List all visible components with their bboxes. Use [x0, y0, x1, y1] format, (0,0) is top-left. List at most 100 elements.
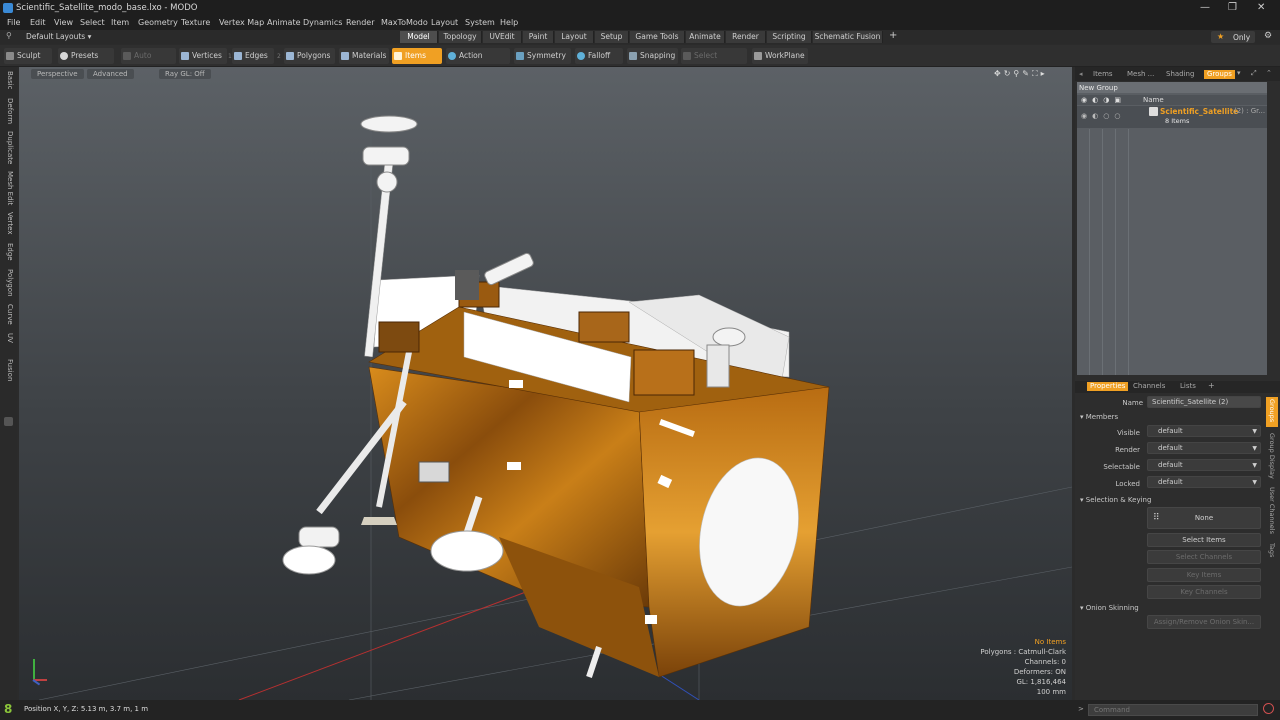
new-group-row[interactable]: New Group [1077, 82, 1267, 93]
falloff-button[interactable]: Falloff [575, 48, 623, 64]
side-tab-group-display[interactable]: Group Display [1268, 433, 1276, 479]
menu-texture[interactable]: Texture [181, 18, 210, 27]
select-items-button[interactable]: Select Items [1147, 533, 1261, 547]
pin-icon[interactable]: ⚲ [6, 31, 12, 40]
action-center-button[interactable]: Action Center [446, 48, 510, 76]
tab-vertex[interactable]: Vertex [2, 212, 14, 235]
vertices-button[interactable]: Vertices [179, 48, 227, 64]
assign-onion-button[interactable]: Assign/Remove Onion Skin... [1147, 615, 1261, 629]
menu-select[interactable]: Select [80, 18, 105, 27]
menu-animate[interactable]: Animate [267, 18, 301, 27]
only-toggle[interactable]: ★ Only [1211, 31, 1255, 43]
members-section[interactable]: ▾ Members [1080, 413, 1118, 421]
side-tab-user-channels[interactable]: User Channels [1268, 487, 1276, 534]
side-tab-groups[interactable]: Groups [1266, 397, 1278, 427]
selection-section[interactable]: ▾ Selection & Keying [1080, 496, 1151, 504]
items-button[interactable]: Items [392, 48, 442, 64]
menu-view[interactable]: View [54, 18, 73, 27]
symmetry-button[interactable]: Symmetry [514, 48, 571, 64]
menu-dynamics[interactable]: Dynamics [303, 18, 342, 27]
tab-deform[interactable]: Deform [2, 98, 14, 124]
selectable-dropdown[interactable]: default ▼ [1147, 459, 1261, 471]
tab-lists[interactable]: Lists [1180, 382, 1196, 391]
side-tab-tags[interactable]: Tags [1268, 543, 1276, 557]
menu-system[interactable]: System [465, 18, 495, 27]
workplane-button[interactable]: WorkPlane [752, 48, 808, 64]
key-items-button[interactable]: Key Items [1147, 568, 1261, 582]
tab-layout[interactable]: Layout [555, 31, 594, 43]
select-through-button[interactable]: Select Through [681, 48, 747, 76]
materials-button[interactable]: Materials [339, 48, 389, 64]
hud-polygons: Polygons : Catmull-Clark [980, 648, 1066, 656]
menu-file[interactable]: File [7, 18, 20, 27]
minimize-button[interactable]: — [1200, 2, 1210, 13]
expand-icon[interactable]: ⤢ [1251, 69, 1257, 78]
menu-layout[interactable]: Layout [431, 18, 458, 27]
close-button[interactable]: ✕ [1257, 2, 1265, 13]
row-toggle-icons[interactable]: ◉◐○○ [1081, 112, 1125, 120]
auto-select-button[interactable]: Auto Select [121, 48, 176, 76]
menu-vertex-map[interactable]: Vertex Map [219, 18, 264, 27]
none-label: None [1194, 514, 1214, 522]
tab-edge[interactable]: Edge [2, 243, 14, 261]
panel-toggle-icon[interactable] [4, 417, 13, 426]
tab-shading[interactable]: Shading [1166, 70, 1194, 79]
material-icon [341, 52, 349, 60]
command-input[interactable] [1088, 704, 1258, 716]
tab-groups[interactable]: Groups [1204, 70, 1235, 79]
presets-button[interactable]: Presets F6 [58, 48, 114, 76]
collapse-icon[interactable]: ⌃ [1266, 69, 1272, 77]
maximize-button[interactable]: ❐ [1228, 2, 1237, 13]
3d-viewport[interactable]: Perspective Advanced Ray GL: Off ✥↻⚲✎⛶▸ [19, 67, 1072, 700]
key-channels-button[interactable]: Key Channels [1147, 585, 1261, 599]
tab-fusion[interactable]: Fusion [2, 359, 14, 381]
render-dropdown[interactable]: default ▼ [1147, 442, 1261, 454]
tab-items[interactable]: Items [1093, 70, 1113, 79]
edges-label: Edges [245, 51, 268, 60]
tab-paint[interactable]: Paint [523, 31, 554, 43]
tab-topology[interactable]: Topology [439, 31, 482, 43]
menu-maxtomodo[interactable]: MaxToModo [381, 18, 428, 27]
tab-curve[interactable]: Curve [2, 304, 14, 325]
onion-section[interactable]: ▾ Onion Skinning [1080, 604, 1139, 612]
tab-animate[interactable]: Animate [686, 31, 725, 43]
tab-uv[interactable]: UV [2, 333, 14, 343]
tab-scripting[interactable]: Scripting [767, 31, 812, 43]
sculpt-button[interactable]: Sculpt [4, 48, 52, 64]
tab-properties[interactable]: Properties [1087, 382, 1129, 391]
tab-menu-icon[interactable]: ▾ [1237, 69, 1241, 77]
name-field[interactable]: Scientific_Satellite (2) [1147, 396, 1261, 408]
group-row[interactable]: ◉◐○○ Scientific_Satellite (2) : Gr... 8 … [1077, 106, 1267, 128]
tab-uvedit[interactable]: UVEdit [483, 31, 522, 43]
snapping-button[interactable]: Snapping [627, 48, 678, 64]
gear-icon[interactable]: ⚙ [1264, 31, 1272, 41]
select-channels-button[interactable]: Select Channels [1147, 550, 1261, 564]
tab-channels[interactable]: Channels [1133, 382, 1165, 391]
menu-render[interactable]: Render [346, 18, 374, 27]
tab-model[interactable]: Model [400, 31, 438, 43]
tab-mesh-edit[interactable]: Mesh Edit [2, 171, 14, 205]
tab-basic[interactable]: Basic [2, 71, 14, 90]
add-tab-button[interactable]: + [889, 30, 897, 41]
tab-schematic-fusion[interactable]: Schematic Fusion [813, 31, 883, 43]
menu-help[interactable]: Help [500, 18, 518, 27]
tab-setup[interactable]: Setup [595, 31, 629, 43]
edges-button[interactable]: Edges [232, 48, 274, 64]
menu-geometry[interactable]: Geometry [138, 18, 178, 27]
menu-item[interactable]: Item [111, 18, 129, 27]
add-prop-tab-button[interactable]: + [1208, 381, 1215, 390]
layouts-dropdown[interactable]: Default Layouts ▾ [26, 32, 91, 41]
tab-mesh[interactable]: Mesh ... [1127, 70, 1154, 79]
command-arrow-icon: > [1078, 705, 1084, 713]
none-selector[interactable]: ⠿ None [1147, 507, 1261, 529]
locked-dropdown[interactable]: default ▼ [1147, 476, 1261, 488]
tab-game-tools[interactable]: Game Tools [630, 31, 685, 43]
tab-polygon[interactable]: Polygon [2, 269, 14, 297]
record-icon[interactable] [1263, 703, 1274, 714]
menu-edit[interactable]: Edit [30, 18, 46, 27]
tab-render[interactable]: Render [726, 31, 766, 43]
polygons-button[interactable]: Polygons [284, 48, 335, 64]
tab-duplicate[interactable]: Duplicate [2, 131, 14, 164]
panel-arrow-icon[interactable]: ◂ [1079, 70, 1083, 78]
visible-dropdown[interactable]: default ▼ [1147, 425, 1261, 437]
